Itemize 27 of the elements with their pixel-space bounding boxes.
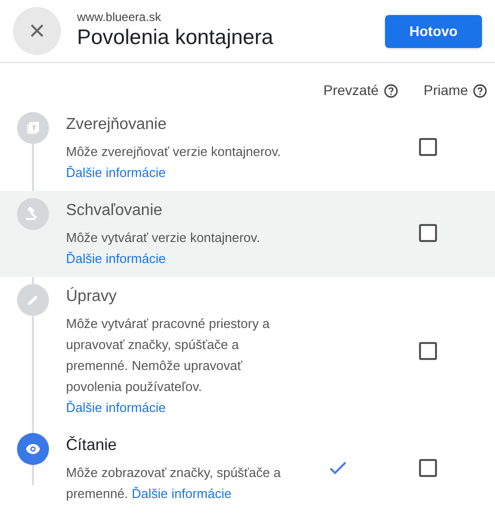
role-description: Môže vytvárať verzie kontajnerov. Ďalšie informácie (66, 229, 261, 268)
dialog-title: Povolenia kontajnera (77, 25, 274, 51)
role-title: Čítanie (66, 435, 118, 456)
column-header: Prevzaté (323, 81, 379, 100)
role-title: Zverejňovanie (66, 115, 168, 135)
site-name: www.blueera.sk (77, 10, 162, 24)
publish-icon (26, 121, 40, 135)
direct-checkbox[interactable] (419, 224, 437, 242)
role-title: Úpravy (66, 286, 118, 307)
learn-more-link[interactable]: Ďalšie informácie (66, 165, 166, 180)
role-description: Môže zverejňovať verzie kontajnerov. Ďalšie informácie (66, 143, 282, 182)
done-button[interactable]: Hotovo (385, 14, 482, 48)
pencil-icon (26, 293, 40, 307)
column-header: Priame (424, 81, 468, 100)
role-description: Môže vytvárať pracovné priestory a upravovať značky, spúšťače a premenné. Nemôže upravovať povolenia používateľov. Ďalšie informácie (66, 315, 271, 417)
role-description: Môže zobrazovať značky, spúšťače a premenné. Ďalšie informácie (66, 464, 282, 503)
role-title: Schvaľovanie (66, 201, 164, 221)
learn-more-link[interactable]: Ďalšie informácie (132, 486, 232, 501)
learn-more-link[interactable]: Ďalšie informácie (66, 400, 166, 415)
direct-checkbox[interactable] (419, 459, 437, 477)
direct-checkbox[interactable] (419, 138, 437, 156)
direct-checkbox[interactable] (419, 342, 437, 360)
eye-icon (25, 443, 41, 455)
help-icon[interactable] (384, 84, 398, 98)
close-button[interactable]: × (13, 7, 61, 55)
learn-more-link[interactable]: Ďalšie informácie (66, 251, 166, 266)
help-icon[interactable] (473, 84, 487, 98)
